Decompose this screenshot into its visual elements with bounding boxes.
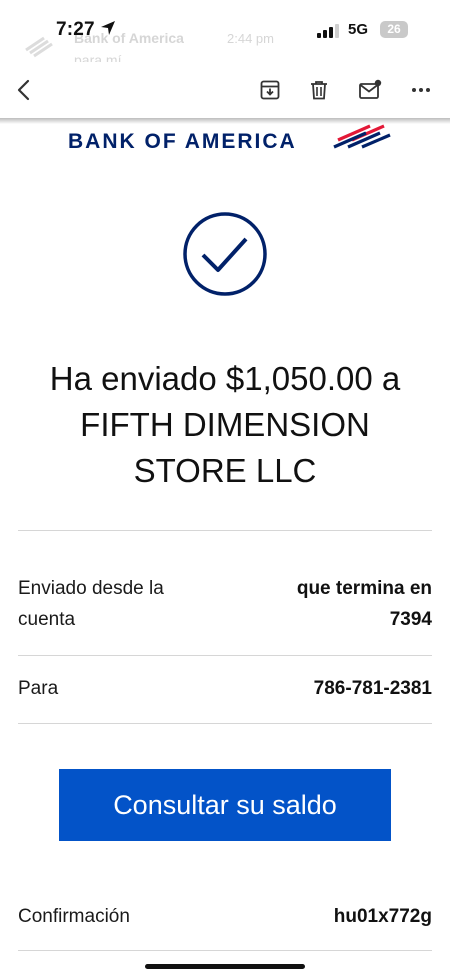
- brand-name: BANK OF AMERICA: [68, 130, 297, 153]
- divider: [18, 950, 432, 951]
- status-bar: Bank of America 2:44 pm para mí 7:27 5G …: [0, 0, 450, 68]
- confirmation-value: hu01x772g: [333, 906, 432, 927]
- notification-time: 2:44 pm: [227, 31, 274, 46]
- battery-level: 26: [387, 22, 401, 36]
- trash-icon: [311, 81, 327, 100]
- bank-logo-icon: [25, 36, 53, 58]
- from-account-label-line-1: Enviado desde la: [18, 578, 164, 599]
- divider: [18, 655, 432, 656]
- transfer-headline: Ha enviado $1,050.00 a FIFTH DIMENSION S…: [10, 356, 440, 494]
- more-icon: [412, 88, 430, 92]
- status-time: 7:27: [56, 19, 95, 40]
- from-account-label: Enviado desde la cuenta: [18, 573, 164, 635]
- archive-button[interactable]: [252, 72, 288, 108]
- network-label: 5G: [348, 21, 369, 38]
- from-account-label-line-2: cuenta: [18, 609, 76, 630]
- confirmation-label: Confirmación: [18, 906, 130, 927]
- back-button[interactable]: [6, 72, 42, 108]
- chevron-left-icon: [17, 79, 30, 101]
- check-balance-button[interactable]: Consultar su saldo: [59, 769, 391, 841]
- from-account-value-line-2: 7394: [389, 609, 432, 630]
- battery-icon: 26: [380, 21, 408, 38]
- from-account-value-line-1: que termina en: [296, 578, 432, 599]
- checkmark-circle-icon: [183, 212, 267, 296]
- bank-logo: BANK OF AMERICA: [0, 124, 450, 158]
- flag-logo-icon: [333, 124, 391, 149]
- from-account-value: que termina en 7394: [297, 573, 432, 635]
- location-arrow-icon: [101, 21, 115, 35]
- divider: [18, 723, 432, 724]
- divider: [18, 530, 432, 531]
- headline-line-1: Ha enviado $1,050.00 a: [49, 360, 401, 397]
- headline-line-3: STORE LLC: [133, 452, 317, 489]
- delete-button[interactable]: [301, 72, 337, 108]
- archive-icon: [260, 80, 280, 100]
- mail-unread-icon: [359, 79, 382, 99]
- email-toolbar: [0, 62, 450, 120]
- recipient-label: Para: [18, 678, 59, 699]
- headline-line-2: FIFTH DIMENSION: [80, 406, 370, 443]
- home-indicator[interactable]: [145, 964, 305, 969]
- recipient-value: 786-781-2381: [313, 678, 432, 699]
- mark-unread-button[interactable]: [352, 72, 388, 108]
- more-options-button[interactable]: [403, 72, 439, 108]
- signal-icon: [317, 24, 339, 38]
